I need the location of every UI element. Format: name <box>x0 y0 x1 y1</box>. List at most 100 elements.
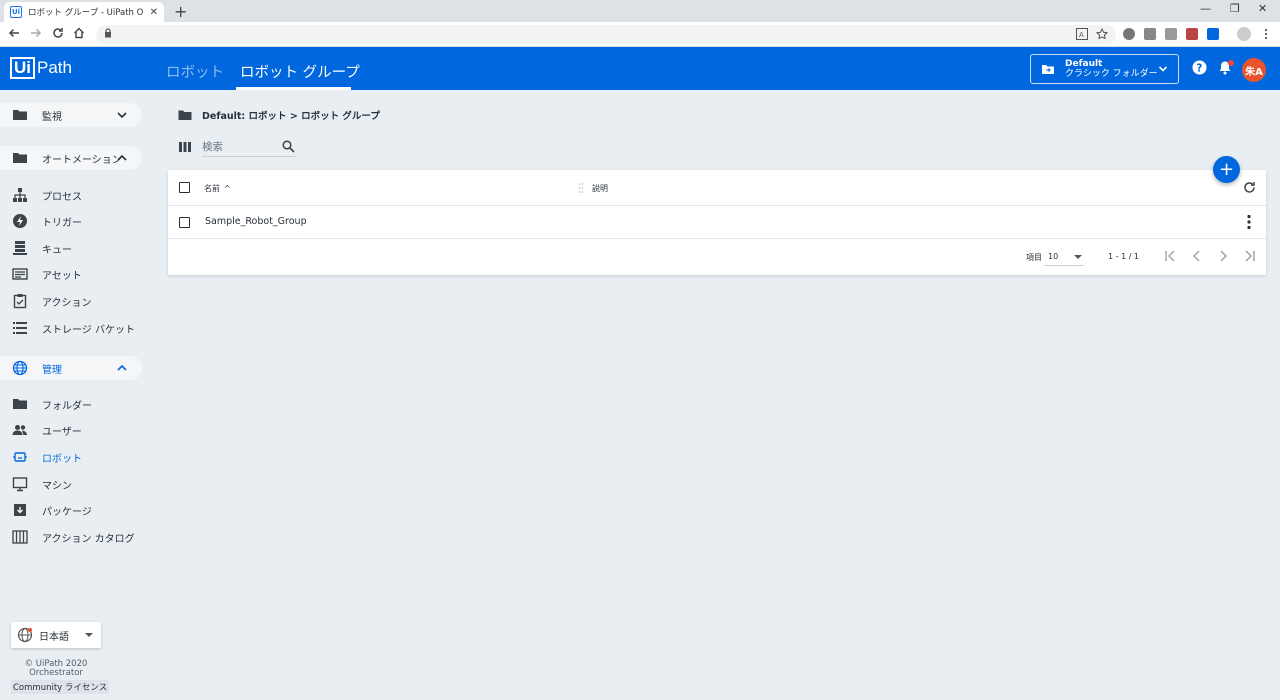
folder-icon <box>13 110 27 120</box>
queue-icon <box>13 241 27 255</box>
last-page-icon[interactable] <box>1243 249 1257 263</box>
table-row[interactable]: Sample_Robot_Group <box>168 206 1266 239</box>
dropdown-arrow-icon <box>1074 255 1082 259</box>
next-page-icon[interactable] <box>1216 249 1230 263</box>
reload-icon[interactable] <box>52 27 64 39</box>
robot-groups-table: 名前 ^ 説明 Sample_Robot_Group 項目 10 1 - 1 /… <box>168 170 1266 275</box>
folder-type: クラシック フォルダー <box>1065 69 1158 79</box>
back-arrow-icon[interactable] <box>8 27 20 39</box>
users-icon <box>12 425 27 435</box>
paginator: 項目 10 1 - 1 / 1 <box>168 240 1266 275</box>
app-header: Ui Path ロボット ロボット グループ Default クラシック フォルダ… <box>0 47 1280 90</box>
bookmark-star-icon[interactable] <box>1096 28 1108 40</box>
sidebar-item-queues[interactable]: キュー <box>0 236 150 260</box>
sort-ascending-icon: ^ <box>224 184 231 193</box>
translate-icon[interactable]: A <box>1076 28 1088 40</box>
svg-text:?: ? <box>1196 62 1202 74</box>
browser-tab[interactable]: Ui ロボット グループ - UiPath Orchestrator ✕ <box>4 2 164 22</box>
help-icon[interactable]: ? <box>1192 60 1207 75</box>
more-vertical-icon[interactable] <box>1246 214 1252 230</box>
browser-menu-icon[interactable] <box>1260 28 1272 40</box>
page-size-underline <box>1044 265 1084 266</box>
first-page-icon[interactable] <box>1163 249 1177 263</box>
robot-group-name: Sample_Robot_Group <box>205 216 307 227</box>
items-per-page-label: 項目 <box>1026 253 1042 262</box>
column-header-description[interactable]: 説明 <box>592 183 608 194</box>
folder-icon <box>13 399 27 409</box>
folder-picker[interactable]: Default クラシック フォルダー <box>1030 54 1179 84</box>
close-window-button[interactable]: ✕ <box>1258 2 1267 15</box>
tab-robots[interactable]: ロボット <box>166 61 224 82</box>
folder-icon <box>13 153 27 163</box>
url-input[interactable] <box>96 25 1116 44</box>
product-name: Orchestrator <box>29 668 83 678</box>
chevron-down-icon <box>1158 66 1168 72</box>
sidebar-item-folders[interactable]: フォルダー <box>0 392 150 416</box>
profile-icon[interactable] <box>1237 27 1251 41</box>
sidebar-item-assets[interactable]: アセット <box>0 262 150 286</box>
forward-arrow-icon[interactable] <box>30 27 42 39</box>
sidebar-item-storage-buckets[interactable]: ストレージ バケット <box>0 316 150 340</box>
page-range: 1 - 1 / 1 <box>1108 252 1140 261</box>
svg-text:A: A <box>1079 31 1084 39</box>
pdf-extension-icon[interactable] <box>1186 28 1198 40</box>
breadcrumb: Default: ロボット > ロボット グループ <box>178 108 380 122</box>
sidebar-section-admin[interactable]: 管理 <box>0 356 142 380</box>
tab-robot-groups[interactable]: ロボット グループ <box>240 61 360 82</box>
chat-extension-icon[interactable] <box>1165 28 1177 40</box>
browser-tab-bar: Ui ロボット グループ - UiPath Orchestrator ✕ + —… <box>0 0 1280 22</box>
clipboard-check-icon <box>13 294 27 309</box>
robot-icon <box>13 452 27 462</box>
close-tab-icon[interactable]: ✕ <box>150 7 158 18</box>
package-icon <box>14 504 26 516</box>
sidebar-item-triggers[interactable]: トリガー <box>0 209 150 233</box>
column-settings-icon[interactable] <box>179 142 191 152</box>
sidebar-section-monitoring[interactable]: 監視 <box>0 103 142 127</box>
refresh-icon[interactable] <box>1243 181 1256 194</box>
sidebar-item-packages[interactable]: パッケージ <box>0 498 150 522</box>
search-box <box>202 138 296 157</box>
uipath-extension-icon[interactable] <box>1207 28 1219 40</box>
sidebar-section-automation[interactable]: オートメーション <box>0 146 142 170</box>
row-checkbox[interactable] <box>179 217 190 228</box>
uipath-logo[interactable]: Ui Path <box>10 57 72 79</box>
lock-icon <box>105 28 111 38</box>
catalog-icon <box>12 530 28 544</box>
asset-card-icon <box>12 268 28 280</box>
process-tree-icon <box>13 188 27 202</box>
column-resize-handle[interactable] <box>578 182 584 194</box>
chevron-down-icon <box>117 112 127 119</box>
sidebar-item-machines[interactable]: マシン <box>0 472 150 496</box>
column-header-name[interactable]: 名前 ^ <box>204 183 231 194</box>
notification-dot <box>1228 60 1234 66</box>
sidebar-item-actions[interactable]: アクション <box>0 289 150 313</box>
lightning-icon <box>13 214 27 228</box>
sidebar-item-processes[interactable]: プロセス <box>0 183 150 207</box>
chevron-up-icon <box>117 154 127 161</box>
globe-icon <box>17 627 33 643</box>
extension-icon[interactable] <box>1123 28 1135 40</box>
list-icon <box>13 322 27 334</box>
folder-name: Default <box>1065 59 1103 69</box>
new-tab-button[interactable]: + <box>174 2 187 21</box>
sidebar-item-action-catalogs[interactable]: アクション カタログ <box>0 525 150 549</box>
uipath-favicon-icon: Ui <box>10 6 22 18</box>
chevron-up-icon <box>117 364 127 371</box>
select-all-checkbox[interactable] <box>179 182 190 193</box>
search-icon[interactable] <box>282 140 295 153</box>
page-size-select[interactable]: 10 <box>1048 252 1058 261</box>
folder-icon <box>178 110 192 120</box>
user-avatar[interactable]: 朱A <box>1242 58 1266 82</box>
language-selector[interactable]: 日本語 <box>11 622 101 648</box>
minimize-window-button[interactable]: — <box>1200 2 1211 15</box>
sidebar-item-robots[interactable]: ロボット <box>0 445 150 469</box>
home-icon[interactable] <box>73 27 85 39</box>
previous-page-icon[interactable] <box>1190 249 1204 263</box>
folder-swap-icon <box>1042 65 1054 74</box>
restore-window-button[interactable]: ❐ <box>1230 2 1240 15</box>
search-input[interactable] <box>202 138 278 156</box>
sidebar-item-users[interactable]: ユーザー <box>0 418 150 442</box>
table-header: 名前 ^ 説明 <box>168 170 1266 206</box>
add-robot-group-button[interactable]: + <box>1213 156 1240 183</box>
camera-extension-icon[interactable] <box>1144 28 1156 40</box>
